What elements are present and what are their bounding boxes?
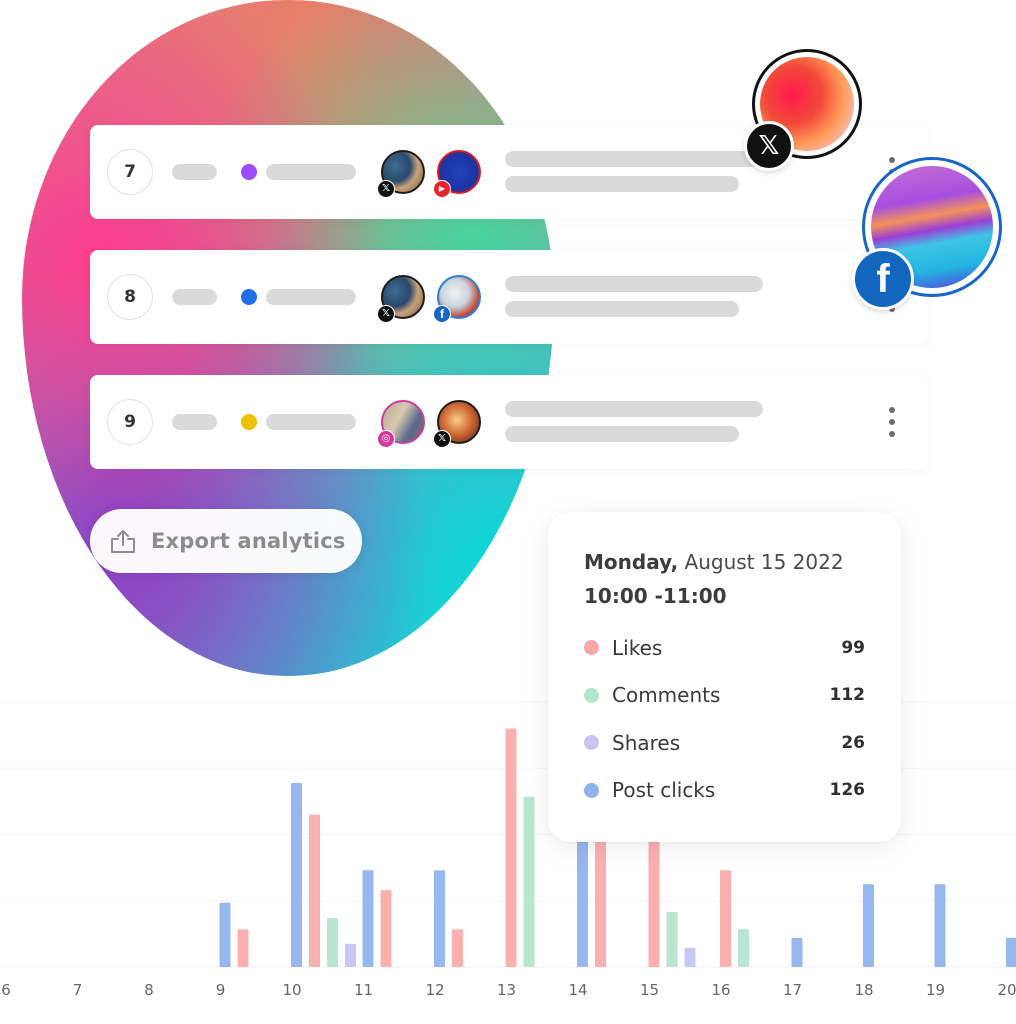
metric-label: Post clicks xyxy=(612,778,716,803)
tooltip-metric-comments: Comments 112 xyxy=(584,672,865,720)
rank-badge: 9 xyxy=(107,399,153,445)
chart-tooltip: Monday, August 15 2022 10:00 -11:00 Like… xyxy=(548,512,901,842)
x-tick-label: 7 xyxy=(73,981,83,999)
x-icon: 𝕏 xyxy=(433,430,451,448)
bar-likes[interactable] xyxy=(595,827,606,967)
bar-post-clicks[interactable] xyxy=(934,884,946,967)
x-tick-label: 20 xyxy=(997,981,1016,999)
tooltip-weekday: Monday, xyxy=(584,550,679,574)
more-options-icon[interactable] xyxy=(889,407,895,437)
tooltip-date-text: August 15 2022 xyxy=(684,550,844,574)
tooltip-date: Monday, August 15 2022 xyxy=(584,550,865,574)
export-analytics-button[interactable]: Export analytics xyxy=(90,509,362,573)
bar-post-clicks[interactable] xyxy=(362,870,374,967)
x-tick-label: 15 xyxy=(640,981,659,999)
metric-label: Comments xyxy=(612,683,721,708)
bar-post-clicks[interactable] xyxy=(1006,937,1016,967)
bar-post-clicks[interactable] xyxy=(291,782,302,967)
metric-value: 99 xyxy=(841,637,865,658)
ranking-row[interactable]: 8 𝕏 f xyxy=(90,250,928,344)
bar-post-clicks[interactable] xyxy=(434,870,445,967)
x-tick-label: 18 xyxy=(854,981,873,999)
facebook-icon: f xyxy=(433,305,451,323)
x-icon: 𝕏 xyxy=(744,121,794,171)
x-tick-label: 13 xyxy=(497,981,516,999)
status-dot xyxy=(241,414,257,430)
x-tick-label: 8 xyxy=(144,981,154,999)
x-tick-label: 12 xyxy=(425,981,444,999)
status-dot xyxy=(241,164,257,180)
x-tick-label: 14 xyxy=(568,981,587,999)
placeholder-text xyxy=(172,289,217,305)
account-avatar[interactable]: ▶ xyxy=(433,150,481,198)
x-tick-label: 6 xyxy=(1,981,11,999)
tooltip-metric-post-clicks: Post clicks 126 xyxy=(584,767,865,815)
metric-label: Likes xyxy=(612,635,663,660)
ranking-row[interactable]: 9 ◎ 𝕏 xyxy=(90,375,928,469)
placeholder-text xyxy=(505,276,763,292)
bar-likes[interactable] xyxy=(452,929,463,967)
legend-dot xyxy=(584,782,599,798)
bar-likes[interactable] xyxy=(648,827,660,967)
account-avatar[interactable]: 𝕏 xyxy=(377,275,425,323)
x-tick-label: 17 xyxy=(783,981,802,999)
x-tick-label: 11 xyxy=(354,981,373,999)
legend-dot xyxy=(584,687,599,703)
bar-likes[interactable] xyxy=(309,814,320,967)
rank-badge: 7 xyxy=(107,149,153,195)
status-dot xyxy=(241,289,257,305)
placeholder-text xyxy=(172,414,217,430)
placeholder-text xyxy=(505,426,739,442)
export-analytics-label: Export analytics xyxy=(151,529,346,553)
metric-value: 112 xyxy=(829,685,866,706)
placeholder-text xyxy=(505,301,739,317)
x-tick-label: 9 xyxy=(216,981,226,999)
tooltip-metric-shares: Shares 26 xyxy=(584,719,865,767)
account-avatar[interactable]: 𝕏 xyxy=(433,400,481,448)
x-tick-label: 10 xyxy=(282,981,301,999)
bar-likes[interactable] xyxy=(720,870,731,967)
metric-label: Shares xyxy=(612,730,681,755)
youtube-icon: ▶ xyxy=(433,180,451,198)
bar-likes[interactable] xyxy=(380,890,392,967)
bar-post-clicks[interactable] xyxy=(863,884,874,967)
x-icon: 𝕏 xyxy=(377,305,395,323)
x-tick-label: 19 xyxy=(926,981,945,999)
bar-comments[interactable] xyxy=(738,929,749,967)
bar-comments[interactable] xyxy=(666,912,678,967)
instagram-icon: ◎ xyxy=(377,430,395,448)
bar-comments[interactable] xyxy=(523,796,535,967)
bar-post-clicks[interactable] xyxy=(219,902,231,967)
placeholder-text xyxy=(266,289,356,305)
bar-shares[interactable] xyxy=(345,943,356,967)
x-icon: 𝕏 xyxy=(377,180,395,198)
placeholder-text xyxy=(266,164,356,180)
metric-value: 126 xyxy=(829,780,866,801)
account-avatar[interactable]: f xyxy=(433,275,481,323)
placeholder-text xyxy=(266,414,356,430)
account-avatar[interactable]: ◎ xyxy=(377,400,425,448)
legend-dot xyxy=(584,735,599,751)
placeholder-text xyxy=(505,401,763,417)
bar-comments[interactable] xyxy=(327,917,338,967)
bar-post-clicks[interactable] xyxy=(791,937,803,967)
tooltip-metric-likes: Likes 99 xyxy=(584,624,865,672)
rank-badge: 8 xyxy=(107,274,153,320)
placeholder-text xyxy=(505,176,739,192)
metric-value: 26 xyxy=(841,732,865,753)
legend-dot xyxy=(584,640,599,656)
facebook-icon: f xyxy=(852,248,914,310)
bar-shares[interactable] xyxy=(684,947,696,967)
placeholder-text xyxy=(505,151,763,167)
bar-likes[interactable] xyxy=(237,929,249,967)
upload-icon xyxy=(111,530,135,553)
tooltip-time-range: 10:00 -11:00 xyxy=(584,584,727,608)
tooltip-metrics: Likes 99 Comments 112 Shares 26 Post clicks 126 xyxy=(584,624,865,814)
placeholder-text xyxy=(172,164,217,180)
account-avatar[interactable]: 𝕏 xyxy=(377,150,425,198)
bar-post-clicks[interactable] xyxy=(577,827,588,967)
x-tick-label: 16 xyxy=(711,981,730,999)
bar-likes[interactable] xyxy=(505,728,517,968)
